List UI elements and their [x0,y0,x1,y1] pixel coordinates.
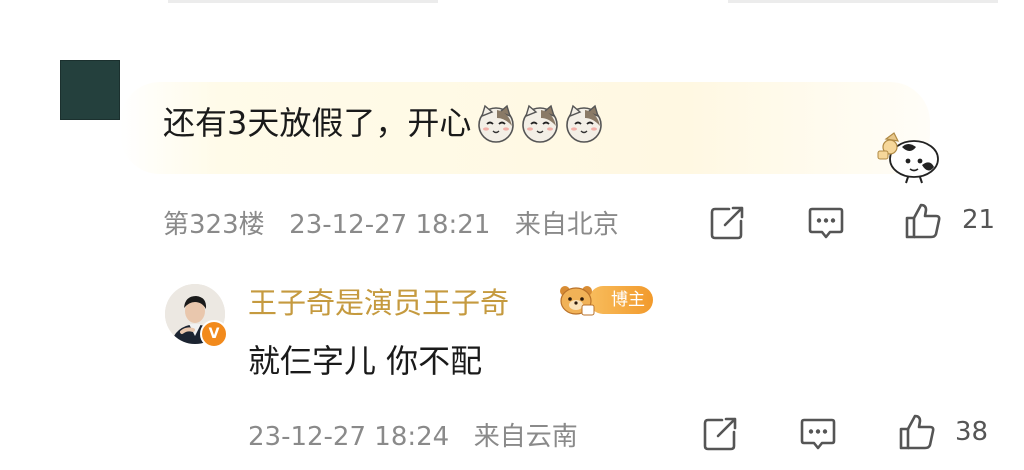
comment-thread: 还有3天放假了，开心 第323楼 23-12-27 18:21 来自北京 21 … [0,0,1024,470]
floor-number: 第323楼 [163,210,265,240]
reply-location: 来自云南 [473,422,578,452]
emoji-group [475,102,605,144]
comment-text: 还有3天放假了，开心 [163,104,472,142]
bear-mascot-icon [560,286,595,316]
reply-username[interactable]: 王子奇是演员王子奇 [248,280,509,322]
blogger-badge: 博主 [555,283,657,317]
cat-face-icon [566,104,603,143]
like-count: 38 [955,417,989,447]
comment-content: 还有3天放假了，开心 [163,101,605,145]
top-divider [0,0,1024,4]
commenter-avatar[interactable] [60,60,120,120]
comment-meta: 第323楼 23-12-27 18:21 来自北京 [163,204,619,241]
thumbs-up-icon[interactable] [897,412,937,452]
reply-text: 就仨字儿 你不配 [248,342,483,380]
reply-time: 23-12-27 18:24 [248,422,450,452]
reply-meta: 23-12-27 18:24 来自云南 [248,416,578,453]
thumbs-up-icon[interactable] [903,201,943,241]
comment-icon[interactable] [806,203,846,243]
comment-icon[interactable] [798,414,838,454]
cat-face-icon [478,104,515,143]
verified-badge: V [200,320,228,348]
share-icon[interactable] [700,414,740,454]
cat-face-icon [522,104,559,143]
cow-sticker-icon [877,132,939,184]
share-icon[interactable] [707,203,747,243]
like-count: 21 [962,205,996,235]
comment-location: 来自北京 [514,210,619,240]
comment-time: 23-12-27 18:21 [289,210,491,240]
